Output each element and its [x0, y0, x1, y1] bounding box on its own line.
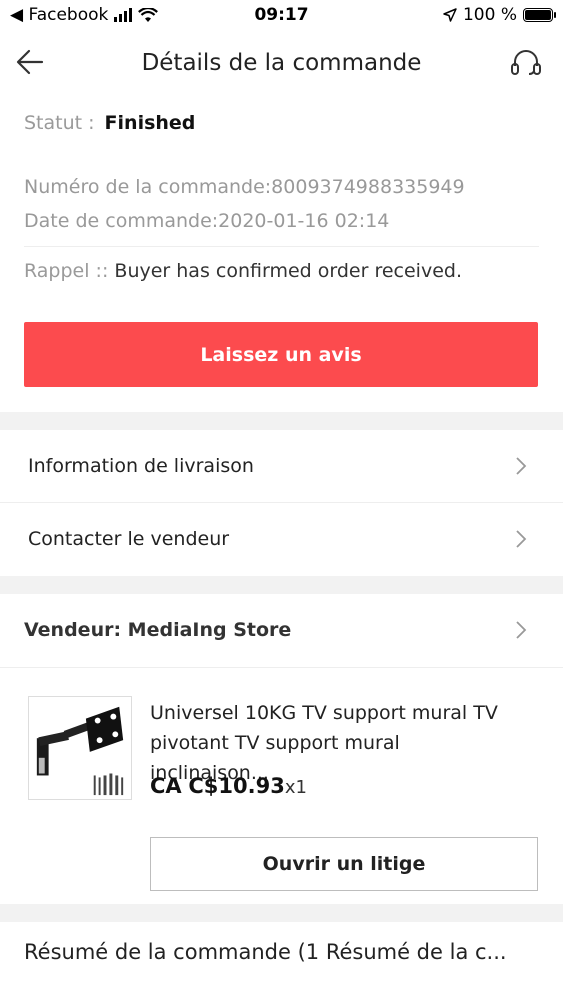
reminder-label: Rappel :: — [24, 260, 109, 282]
order-reminder: Rappel :: Buyer has confirmed order rece… — [24, 260, 462, 282]
battery-percent: 100 % — [462, 5, 517, 25]
product-item[interactable]: Universel 10KG TV support mural TV pivot… — [24, 690, 539, 810]
status-bar-right: 100 % — [443, 5, 556, 25]
headset-support-icon[interactable] — [509, 46, 543, 80]
order-date: Date de commande:2020-01-16 02:14 — [24, 210, 390, 232]
status-label: Statut : — [24, 112, 95, 134]
section-divider — [0, 576, 563, 594]
reminder-text: Buyer has confirmed order received. — [114, 260, 462, 282]
section-divider — [0, 412, 563, 430]
product-price: CA C$10.93x1 — [150, 774, 307, 798]
battery-icon — [523, 8, 556, 22]
location-arrow-icon — [443, 8, 457, 22]
delivery-info-label: Information de livraison — [28, 455, 254, 477]
price-value: C$10.93 — [188, 774, 285, 798]
price-currency: CA — [150, 774, 182, 798]
contact-seller-row[interactable]: Contacter le vendeur — [0, 503, 563, 575]
seller-row[interactable]: Vendeur: MediaIng Store — [0, 594, 563, 666]
order-number: Numéro de la commande:8009374988335949 — [24, 176, 465, 198]
order-status: Statut : Finished — [24, 108, 539, 138]
chevron-right-icon — [516, 530, 527, 548]
page-title: Détails de la commande — [141, 50, 422, 76]
product-thumbnail[interactable] — [28, 696, 132, 800]
seller-name: Vendeur: MediaIng Store — [24, 619, 292, 641]
status-value: Finished — [104, 112, 196, 134]
delivery-info-row[interactable]: Information de livraison — [0, 430, 563, 502]
open-dispute-button[interactable]: Ouvrir un litige — [150, 837, 538, 891]
chevron-right-icon — [516, 457, 527, 475]
chevron-right-icon — [516, 621, 527, 639]
product-quantity: x1 — [284, 777, 307, 798]
navigation-header: Détails de la commande — [0, 32, 563, 92]
contact-seller-label: Contacter le vendeur — [28, 528, 230, 550]
divider — [24, 246, 539, 247]
leave-review-button[interactable]: Laissez un avis — [24, 322, 538, 387]
section-divider — [0, 904, 563, 922]
divider — [0, 667, 563, 668]
order-summary-header[interactable]: Résumé de la commande (1 Résumé de la c.… — [24, 940, 507, 964]
status-bar: ◀ Facebook 09:17 100 % — [0, 0, 563, 32]
